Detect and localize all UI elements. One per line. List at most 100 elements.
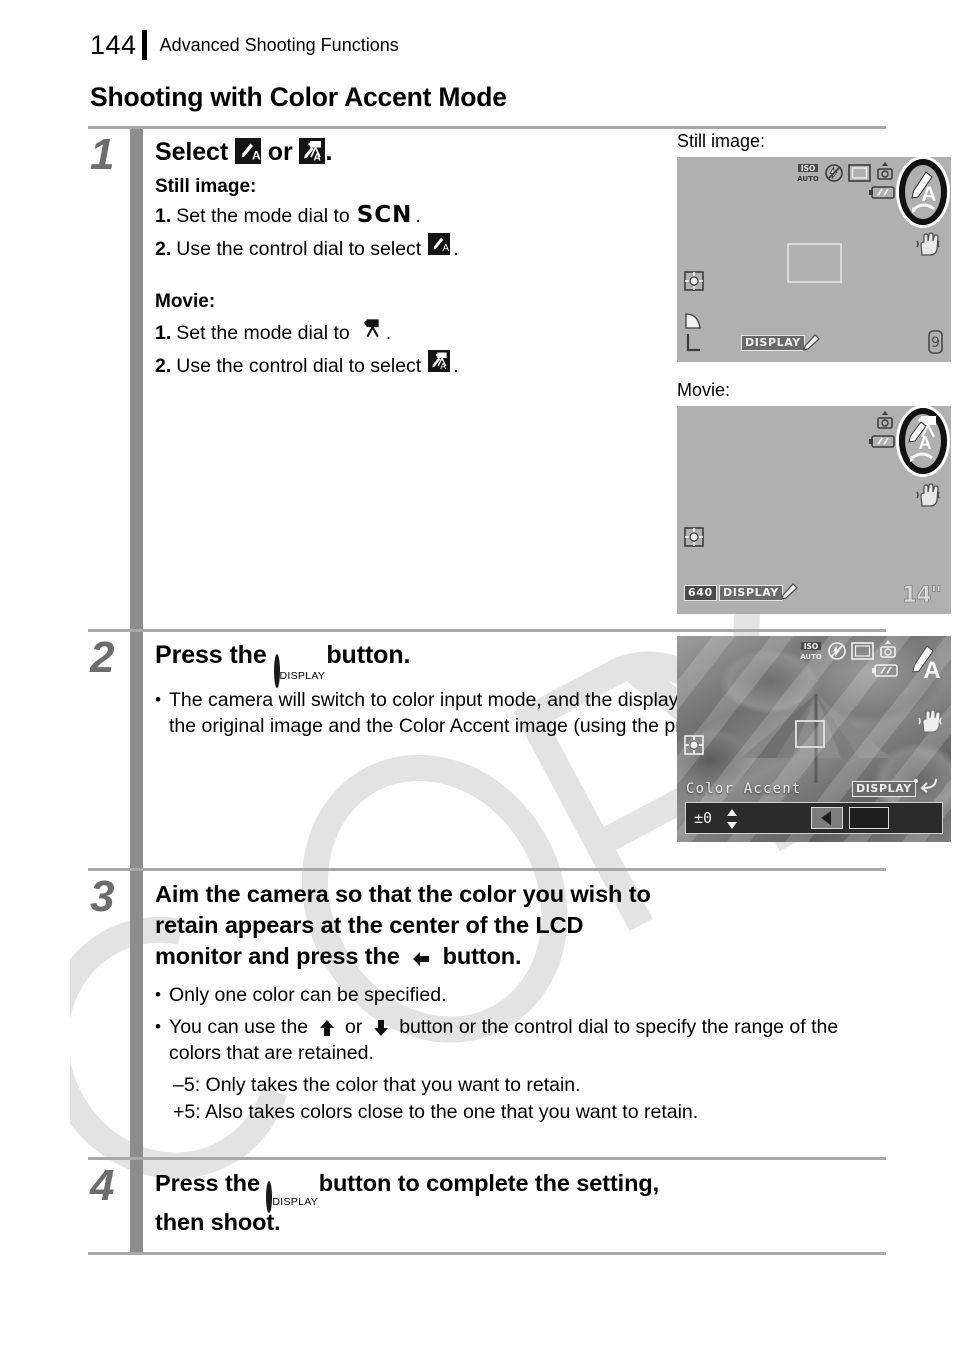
svg-text:ISO: ISO [804,642,819,651]
step-gutter [130,1160,143,1252]
eyedropper-icon [779,580,801,607]
battery-icon [869,185,896,205]
step-number: 4 [90,1161,115,1210]
movie-step-1-period: . [385,322,392,344]
step-2-heading-before: Press the [155,641,267,669]
image-stabilizer-icon [915,482,941,513]
movie-lcd-screen: A 640 DISPLAY 14" [677,406,951,614]
svg-text:A: A [441,361,447,371]
color-accent-still-icon: A [234,138,261,164]
step-4-body: Press the DISPLAY button to complete the… [155,1160,886,1252]
step-4: 4 Press the DISPLAY button to complete t… [88,1160,886,1252]
metering-icon [683,734,705,761]
still-lcd-screen: ISO AUTO A DISPLAY 9 [677,157,951,362]
flash-off-icon [827,641,847,666]
movie-step-2-text: Use the control dial to select [176,355,422,377]
movie-step-1-text: Set the mode dial to [176,322,350,344]
step-4-number-cell: 4 [88,1160,130,1252]
resolution-chip-label: 640 [684,585,717,601]
color-accent-mode-icon: A [908,167,940,222]
color-accent-movie-mode-icon: A [906,414,941,471]
still-step-2-period: . [453,238,459,260]
quality-size-label [685,332,703,359]
frame-icon [848,164,871,187]
step-3-heading-line1: Aim the camera so that the color you wis… [155,881,651,907]
display-chip-label: DISPLAY [719,585,783,601]
left-arrow-button-icon [411,950,431,968]
metering-icon [683,526,705,553]
scn-mode-glyph: SCN [356,202,413,228]
step-4-heading-before: Press the [155,1170,260,1196]
step-1-heading-text: Select [155,138,229,166]
color-swatch [849,807,889,829]
color-accent-adjust-bar[interactable]: ±0 [685,802,943,834]
svg-text:A: A [252,149,261,163]
accent-value: ±0 [694,809,713,827]
svg-text:AUTO: AUTO [797,175,819,183]
svg-text:A: A [919,433,932,453]
bullet-dot: • [155,985,161,1004]
step-1-number-cell: 1 [88,129,130,629]
step-2-heading-after: button. [326,641,411,669]
eyedropper-icon [801,331,823,358]
step-3-note-minus: –5: Only takes the color that you want t… [173,1074,581,1096]
step-2-body: Press the DISPLAY button. • The camera w… [155,632,951,868]
display-button-label: DISPLAY [279,670,326,682]
camera-shake-icon [879,639,897,665]
svg-text:A: A [314,153,321,164]
display-chip-icon: DISPLAY [741,333,805,351]
color-accent-movie-icon: A [428,350,451,372]
return-arrow-icon [913,776,939,799]
step-3-bullet-1-text: Only one color can be specified. [169,984,447,1006]
step-2: 2 Press the DISPLAY button. • The camera… [88,632,951,868]
recording-time-label: 14" [901,583,943,609]
flash-off-icon [824,163,844,188]
running-header: 144 Advanced Shooting Functions [90,28,399,62]
step-3-body: Aim the camera so that the color you wis… [155,871,886,1157]
color-accent-movie-icon: A [299,138,326,164]
step-3-heading-line2: retain appears at the center of the LCD [155,912,584,938]
rule-bottom [88,1252,886,1255]
step-1-heading-or: or [267,138,293,166]
step-1-heading-period: . [325,138,333,166]
svg-text:A: A [443,243,450,254]
step-1-body: Select A or A . Still image: 1. Set the … [155,129,951,629]
step-3-bullet-2: • You can use the or button or the contr… [155,1014,886,1066]
color-accent-title: Color Accent [686,781,802,797]
metering-icon [683,270,705,297]
page-number: 144 [90,30,137,60]
svg-text:A: A [923,657,940,684]
movie-step-2-number: 2. [155,355,172,377]
accent-lcd-screen: ISO AUTO A Color Accent DISPLAY ±0 [677,636,951,842]
step-3-heading-line3: monitor and press the button. [155,941,886,972]
down-arrow-button-icon [372,1019,390,1037]
step-3-bullet-2-text: You can use the or button or the control… [169,1014,886,1066]
step-3-heading-line3-b: button. [442,943,522,969]
display-chip-icon: DISPLAY [719,583,783,601]
bullet-dot: • [155,690,161,709]
step-number: 2 [90,633,115,682]
svg-text:9: 9 [931,335,940,351]
resolution-chip-icon: 640 [684,583,717,601]
movie-step-2-period: . [453,355,459,377]
svg-text:A: A [921,183,936,206]
step-3-note-plus: +5: Also takes colors close to the one t… [173,1101,699,1123]
battery-icon [872,663,899,683]
step-3-bullet-2-or: or [345,1016,363,1038]
movie-lcd-caption: Movie: [677,380,731,400]
step-3-number-cell: 3 [88,871,130,1157]
image-stabilizer-icon [917,708,943,739]
left-arrow-icon[interactable] [811,807,843,829]
camera-shake-icon [876,161,894,187]
header-divider [141,30,147,60]
still-lcd-caption: Still image: [677,131,766,151]
svg-text:ISO: ISO [801,164,816,173]
display-button-ring [273,654,280,688]
focus-frame [787,243,842,283]
step-gutter [130,129,143,629]
up-down-arrow-icon [726,808,738,835]
still-step-2-text: Use the control dial to select [176,238,422,260]
manual-page: 144 Advanced Shooting Functions Shooting… [0,0,954,1345]
step-1: 1 Select A or A . Still image: 1. Set th… [88,129,951,629]
step-4-heading-mid: button to complete the setting, [318,1170,660,1196]
